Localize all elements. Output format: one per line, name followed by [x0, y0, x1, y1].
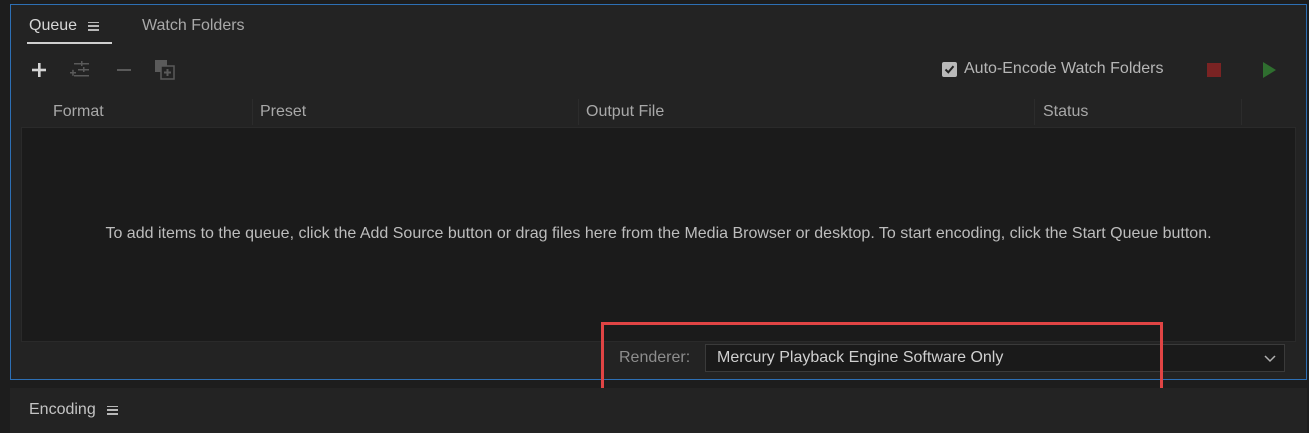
auto-encode-option[interactable]: Auto-Encode Watch Folders	[942, 60, 1164, 78]
stop-queue-button[interactable]	[1207, 63, 1221, 77]
tab-encoding[interactable]: Encoding	[29, 401, 118, 419]
auto-encode-label: Auto-Encode Watch Folders	[964, 60, 1164, 77]
encoding-panel: Encoding	[10, 388, 1307, 433]
empty-queue-message: To add items to the queue, click the Add…	[105, 225, 1212, 242]
tab-queue[interactable]: Queue	[29, 17, 100, 35]
sliders-icon	[70, 61, 89, 77]
minus-icon	[117, 69, 131, 71]
checkmark-icon	[944, 65, 955, 74]
queue-settings-button[interactable]	[69, 59, 91, 81]
renderer-value: Mercury Playback Engine Software Only	[717, 349, 1004, 366]
column-divider[interactable]	[1241, 99, 1242, 125]
renderer-dropdown[interactable]: Mercury Playback Engine Software Only	[705, 344, 1285, 372]
panel-menu-icon[interactable]	[88, 21, 100, 31]
column-header-format[interactable]: Format	[53, 103, 104, 121]
tab-watch-folders-label: Watch Folders	[142, 17, 245, 34]
column-divider[interactable]	[578, 99, 579, 125]
remove-button[interactable]	[113, 59, 135, 81]
panel-menu-icon[interactable]	[106, 405, 118, 415]
queue-panel: Queue Watch Folders Auto-Encode Watch Fo…	[10, 4, 1307, 380]
tab-queue-label: Queue	[29, 17, 78, 34]
add-source-button[interactable]	[28, 59, 50, 81]
start-queue-button[interactable]	[1263, 62, 1276, 78]
duplicate-button[interactable]	[154, 59, 176, 81]
auto-encode-checkbox[interactable]	[942, 61, 957, 77]
active-tab-indicator	[27, 42, 112, 44]
tab-watch-folders[interactable]: Watch Folders	[142, 17, 245, 35]
column-header-status[interactable]: Status	[1043, 103, 1088, 121]
column-header-preset[interactable]: Preset	[260, 103, 306, 121]
renderer-label: Renderer:	[619, 349, 691, 366]
column-divider[interactable]	[252, 99, 253, 125]
tab-encoding-label: Encoding	[29, 401, 96, 418]
queue-drop-area[interactable]: To add items to the queue, click the Add…	[21, 127, 1296, 342]
duplicate-icon	[155, 60, 175, 80]
column-header-output-file[interactable]: Output File	[586, 103, 664, 121]
column-divider[interactable]	[1034, 99, 1035, 125]
chevron-down-icon	[1264, 355, 1276, 363]
queue-table-header: Format Preset Output File Status	[21, 97, 1296, 127]
plus-icon	[32, 63, 46, 77]
